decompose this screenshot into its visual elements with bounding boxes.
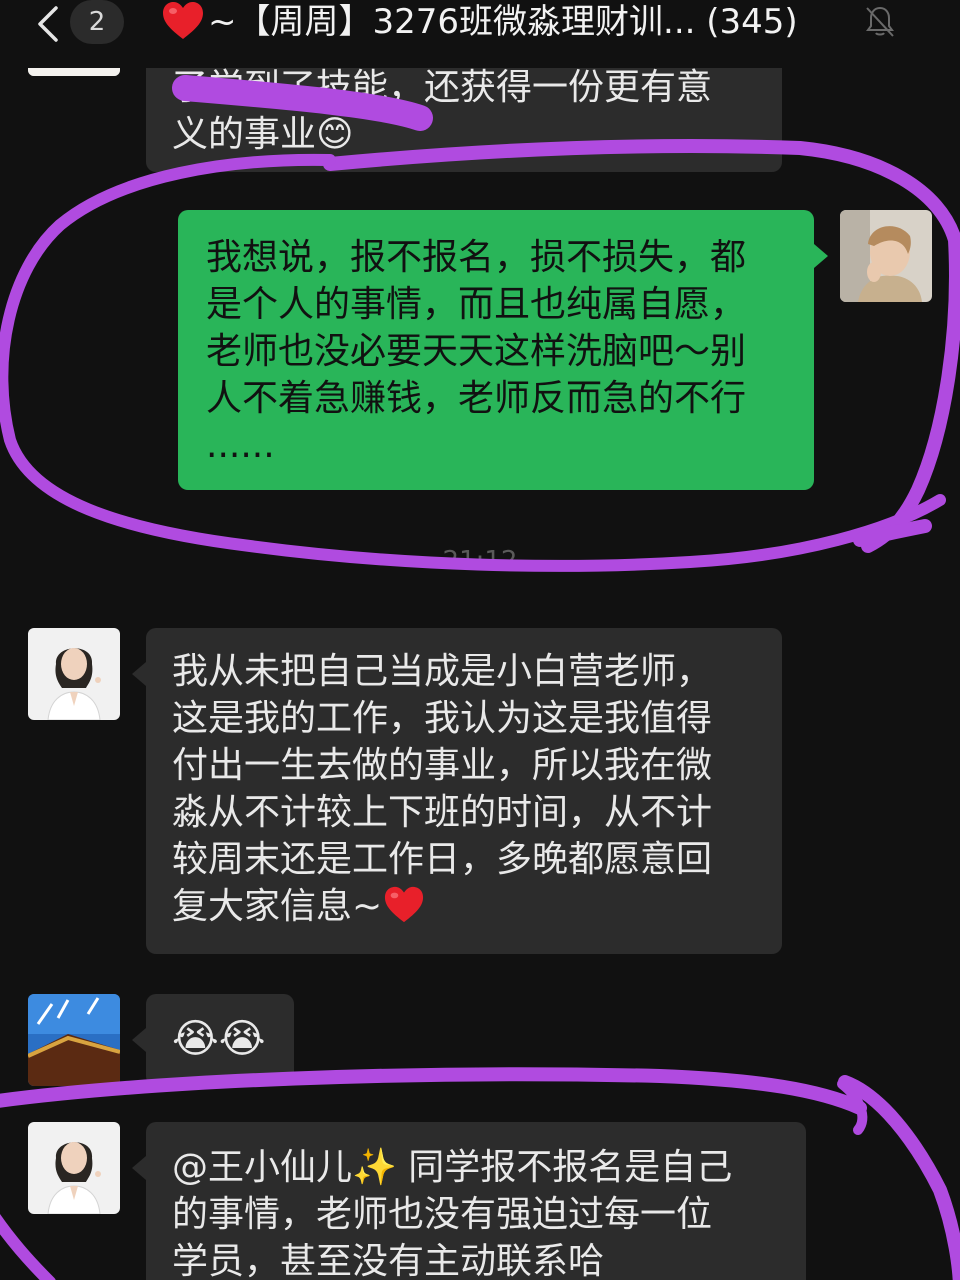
- message-bubble[interactable]: 了学到了技能，还获得一份更有意 义的事业😊: [146, 50, 782, 172]
- chat-screen: 2 ~【周周】3276班微淼理财训... (345) 了学到了技能，还获得一份更…: [0, 0, 960, 1280]
- message-timestamp: 21:12: [442, 546, 518, 576]
- bubble-tail: [132, 1156, 146, 1180]
- bell-slash-icon: [864, 4, 896, 38]
- message-bubble[interactable]: @王小仙儿✨ 同学报不报名是自己 的事情，老师也没有强迫过每一位 学员，甚至没有…: [146, 1122, 806, 1280]
- bubble-tail: [132, 662, 146, 686]
- avatar-teacher[interactable]: [28, 628, 120, 720]
- crying-emoji: 😭😭: [172, 1016, 266, 1062]
- message-line: 付出一生去做的事业，所以我在微: [172, 745, 713, 786]
- message-line: 是个人的事情，而且也纯属自愿，: [206, 284, 747, 325]
- message-bubble[interactable]: 😭😭: [146, 994, 294, 1086]
- message-line: 的事情，老师也没有强迫过每一位: [172, 1194, 713, 1235]
- message-line: 我从未把自己当成是小白营老师，: [172, 651, 713, 692]
- avatar-self[interactable]: [840, 210, 932, 302]
- chat-header: 2 ~【周周】3276班微淼理财训... (345): [0, 0, 960, 68]
- message-text: 复大家信息~: [172, 886, 383, 927]
- heart-icon: [160, 0, 206, 44]
- unread-count-badge[interactable]: 2: [70, 0, 124, 44]
- red-heart-icon: [382, 884, 426, 936]
- message-line: 义的事业😊: [172, 114, 354, 155]
- message-line: ......: [206, 425, 275, 466]
- message-line: 淼从不计较上下班的时间，从不计: [172, 792, 713, 833]
- bubble-tail: [814, 244, 828, 268]
- message-line: 这是我的工作，我认为这是我值得: [172, 698, 713, 739]
- message-line: 我想说，报不报名，损不损失，都: [206, 237, 747, 278]
- message-line: @王小仙儿✨ 同学报不报名是自己: [172, 1147, 733, 1188]
- avatar-teacher[interactable]: [28, 1122, 120, 1214]
- bubble-tail: [132, 1028, 146, 1052]
- chat-title: ~【周周】3276班微淼理财训... (345): [208, 2, 798, 42]
- message-line: 了学到了技能，还获得一份更有意: [172, 67, 713, 108]
- message-bubble[interactable]: 我从未把自己当成是小白营老师， 这是我的工作，我认为这是我值得 付出一生去做的事…: [146, 628, 782, 954]
- message-bubble-outgoing[interactable]: 我想说，报不报名，损不损失，都 是个人的事情，而且也纯属自愿， 老师也没必要天天…: [178, 210, 814, 490]
- message-line: 人不着急赚钱，老师反而急的不行: [206, 378, 747, 419]
- message-line-last: 复大家信息~: [172, 883, 756, 936]
- avatar[interactable]: [28, 994, 120, 1086]
- message-line: 较周末还是工作日，多晚都愿意回: [172, 839, 713, 880]
- chevron-left-icon[interactable]: [30, 4, 70, 44]
- message-line: 学员，甚至没有主动联系哈: [172, 1241, 605, 1280]
- message-line: 老师也没必要天天这样洗脑吧～别: [206, 331, 747, 372]
